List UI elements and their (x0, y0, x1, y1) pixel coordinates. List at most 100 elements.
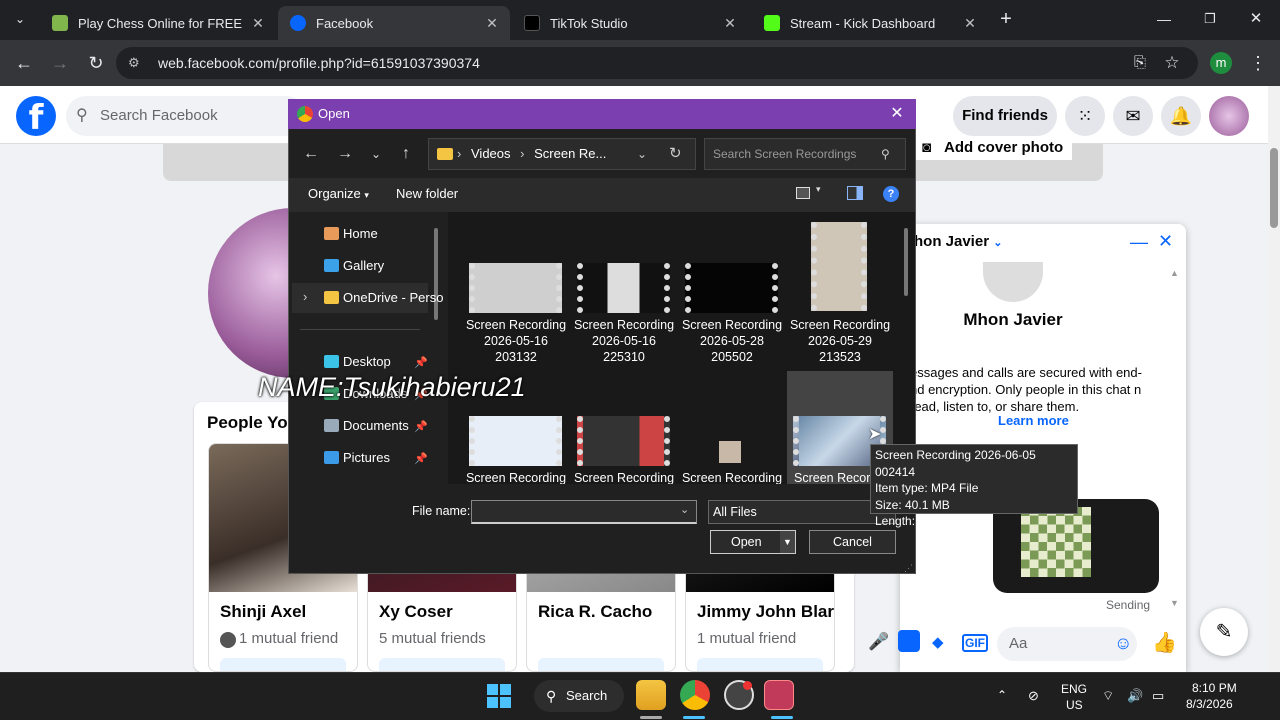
refresh-icon[interactable]: ↻ (669, 139, 682, 169)
close-chat-icon[interactable]: ✕ (1158, 231, 1173, 252)
emoji-icon[interactable]: ☺ (1114, 633, 1132, 654)
tab-kick[interactable]: Stream - Kick Dashboard ✕ (752, 6, 988, 40)
tab-search-icon[interactable]: ⌄ (6, 6, 34, 34)
gif-icon[interactable]: GIF (962, 634, 988, 652)
breadcrumb-videos[interactable]: Videos (471, 146, 511, 161)
close-icon[interactable]: ✕ (480, 15, 504, 32)
breadcrumb[interactable]: › Videos › Screen Re... ⌄ ↻ (428, 138, 696, 170)
back-icon[interactable]: ← (10, 50, 38, 78)
file-name-input[interactable]: ⌄ (471, 500, 697, 524)
close-icon[interactable]: ✕ (958, 15, 982, 32)
chevron-down-icon[interactable]: ▾ (816, 184, 821, 195)
new-tab-button[interactable]: + (992, 6, 1020, 34)
recent-locations-icon[interactable]: ⌄ (364, 142, 388, 166)
file-type-select[interactable]: All Files (708, 500, 896, 524)
sticker-icon[interactable]: ◆ (932, 633, 944, 651)
tray-app-icon[interactable]: ⊘ (1028, 688, 1039, 704)
sidebar-item-documents[interactable]: Documents (324, 418, 409, 433)
organize-button[interactable]: Organize ▾ (308, 186, 369, 201)
file-item-name[interactable]: Screen Recording 2026-05-16 203132 (462, 317, 570, 365)
notifications-bell-icon[interactable]: 🔔 (1161, 96, 1201, 136)
messenger-icon[interactable]: ✉ (1113, 96, 1153, 136)
file-item-name[interactable]: Screen Recording 2026-05-29 213523 (786, 317, 894, 365)
breadcrumb-screen-recordings[interactable]: Screen Re... (534, 146, 606, 161)
open-dropdown-arrow-icon[interactable]: ▼ (780, 531, 795, 553)
person-name[interactable]: Jimmy John Blar (697, 602, 834, 622)
menu-grid-icon[interactable]: ⁙ (1065, 96, 1105, 136)
microphone-icon[interactable]: 🎤 (868, 632, 889, 652)
clock-time[interactable]: 8:10 PM (1192, 681, 1237, 695)
cancel-button[interactable]: Cancel (809, 530, 896, 554)
expand-icon[interactable]: › (303, 289, 307, 304)
person-name[interactable]: Rica R. Cacho (538, 602, 652, 622)
help-icon[interactable]: ? (883, 186, 899, 202)
minimize-button[interactable]: — (1150, 6, 1178, 34)
sidebar-item-onedrive[interactable]: OneDrive - Perso (324, 290, 443, 305)
url-bar[interactable]: ⚙ web.facebook.com/profile.php?id=615910… (116, 47, 1198, 79)
chat-scroll-down-icon[interactable]: ▼ (1170, 598, 1179, 608)
file-explorer-icon[interactable] (636, 680, 666, 710)
chevron-down-icon[interactable]: ⌄ (993, 237, 1002, 249)
browser-menu-icon[interactable]: ⋮ (1244, 50, 1272, 78)
chrome-taskbar-icon[interactable] (680, 680, 710, 710)
photo-icon[interactable] (898, 630, 920, 652)
video-thumbnail[interactable] (685, 263, 778, 313)
input-language[interactable]: ENG (1061, 682, 1087, 696)
facebook-search-input[interactable]: ⚲ Search Facebook (66, 96, 306, 136)
chevron-down-icon[interactable]: ⌄ (637, 139, 647, 169)
snipping-tool-icon[interactable] (764, 680, 794, 710)
resize-grip-icon[interactable]: ⋰ (904, 563, 913, 574)
site-settings-icon[interactable]: ⚙ (128, 47, 140, 79)
clock-date[interactable]: 8/3/2026 (1186, 697, 1233, 711)
chat-header-name[interactable]: hon Javier ⌄ (914, 233, 1002, 250)
sidebar-item-desktop[interactable]: Desktop (324, 354, 391, 369)
tab-chess[interactable]: Play Chess Online for FREE - 2 P ✕ (40, 6, 276, 40)
bookmark-star-icon[interactable]: ☆ (1158, 50, 1186, 78)
learn-more-link[interactable]: Learn more (998, 413, 1069, 428)
windows-start-icon[interactable] (487, 684, 511, 708)
show-hidden-icons-icon[interactable]: ⌃ (997, 688, 1007, 702)
input-region[interactable]: US (1066, 698, 1083, 712)
tab-tiktok[interactable]: TikTok Studio ✕ (512, 6, 748, 40)
dialog-close-button[interactable]: ✕ (882, 103, 912, 125)
minimize-chat-icon[interactable]: — (1130, 232, 1148, 253)
chat-scroll-up-icon[interactable]: ▲ (1170, 268, 1179, 278)
add-friend-button[interactable] (697, 658, 823, 671)
up-folder-icon[interactable]: ↑ (394, 142, 418, 166)
sidebar-item-gallery[interactable]: Gallery (324, 258, 384, 273)
new-folder-button[interactable]: New folder (396, 186, 458, 201)
person-name[interactable]: Shinji Axel (220, 602, 306, 622)
chevron-down-icon[interactable]: ⌄ (680, 503, 689, 516)
volume-icon[interactable]: 🔊 (1127, 688, 1143, 704)
video-thumbnail[interactable] (577, 263, 670, 313)
view-options-icon[interactable] (796, 187, 810, 199)
forward-icon[interactable]: → (46, 50, 74, 78)
video-thumbnail[interactable] (719, 441, 741, 463)
install-app-icon[interactable]: ⎘ (1126, 50, 1154, 78)
sidebar-scrollbar[interactable] (434, 228, 438, 320)
preview-pane-icon[interactable] (847, 186, 863, 200)
facebook-logo-icon[interactable]: f (16, 96, 56, 138)
forward-icon[interactable]: → (333, 142, 357, 166)
close-icon[interactable]: ✕ (246, 15, 270, 32)
new-message-button[interactable]: ✎ (1200, 608, 1248, 656)
restore-button[interactable]: ❐ (1196, 6, 1224, 34)
video-thumbnail[interactable] (469, 263, 562, 313)
add-friend-button[interactable] (220, 658, 346, 671)
window-close-button[interactable]: ✕ (1242, 6, 1270, 34)
taskbar-search[interactable]: ⚲ Search (534, 680, 624, 712)
person-name[interactable]: Xy Coser (379, 602, 453, 622)
page-scrollbar-thumb[interactable] (1270, 148, 1278, 228)
find-friends-button[interactable]: Find friends (953, 96, 1057, 136)
add-cover-photo-button[interactable]: ◙ Add cover photo (912, 138, 1072, 160)
close-icon[interactable]: ✕ (718, 15, 742, 32)
thumbs-up-icon[interactable]: 👍 (1152, 630, 1177, 655)
video-thumbnail[interactable] (577, 416, 670, 466)
battery-icon[interactable]: ▭ (1152, 688, 1164, 704)
tab-facebook[interactable]: Facebook ✕ (278, 6, 510, 40)
file-item-name[interactable]: Screen Recording 2026-05-28 205502 (678, 317, 786, 365)
add-friend-button[interactable] (538, 658, 664, 671)
reload-icon[interactable]: ↻ (82, 50, 110, 78)
wifi-icon[interactable]: ⌔ (1102, 688, 1114, 704)
browser-profile-avatar[interactable]: m (1210, 52, 1232, 74)
